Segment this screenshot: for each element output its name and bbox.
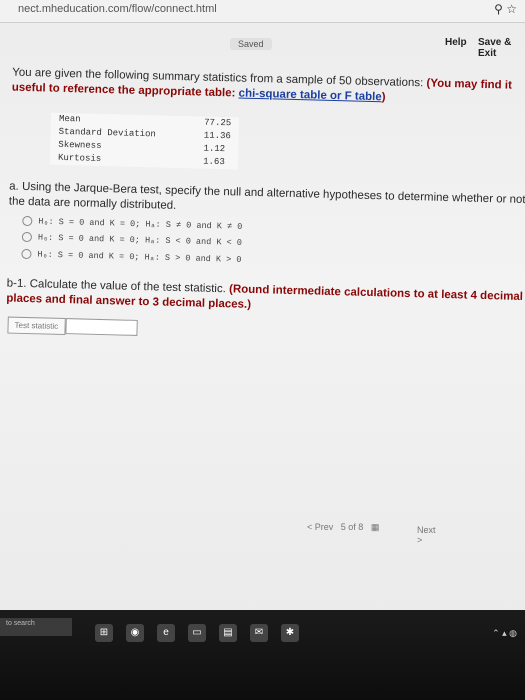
radio-icon[interactable] [22,215,33,227]
task-view-icon[interactable]: ⊞ [95,624,113,642]
windows-taskbar: to search ⊞ ◉ e ▭ ▤ ✉ ✱ ⌃ ▴ ◍ [0,610,525,700]
taskbar-search[interactable]: to search [0,618,72,636]
system-tray-icon[interactable]: ⌃ ▴ ◍ [492,628,517,639]
chrome-icon[interactable]: ◉ [126,624,144,642]
chi-square-f-table-link[interactable]: chi-square table or F table [238,88,381,104]
question-navigation: < Prev 5 of 8 ▦ Next > [307,522,436,545]
test-statistic-input[interactable] [65,317,138,336]
question-intro: You are given the following summary stat… [11,66,513,104]
url-text: nect.mheducation.com/flow/connect.html [18,3,217,15]
radio-icon[interactable] [21,232,33,243]
taskbar-apps: ⊞ ◉ e ▭ ▤ ✉ ✱ [95,624,299,642]
photo-of-screen: nect.mheducation.com/flow/connect.html ⚲… [0,0,525,700]
test-statistic-row: Test statistic [7,316,525,347]
question-content: You are given the following summary stat… [6,46,525,376]
edge-icon[interactable]: e [157,624,175,642]
page-indicator: 5 of 8 [340,522,364,532]
help-button[interactable]: Help [445,37,467,48]
next-button[interactable]: Next > [417,525,436,545]
grid-icon[interactable]: ▦ [371,522,380,532]
prev-button[interactable]: < Prev [307,522,333,532]
settings-icon[interactable]: ✱ [281,624,299,642]
radio-icon[interactable] [21,248,32,259]
summary-stats-table: Mean 77.25 Standard Deviation 11.36 Skewne… [49,112,240,170]
part-b-prompt: b-1. Calculate the value of the test sta… [6,277,524,311]
file-explorer-icon[interactable]: ▭ [188,624,206,642]
key-icon[interactable]: ⚲ ☆ [494,2,517,16]
browser-address-bar[interactable]: nect.mheducation.com/flow/connect.html ⚲… [0,0,525,23]
mail-icon[interactable]: ✉ [250,624,268,642]
test-statistic-label: Test statistic [7,316,66,335]
store-icon[interactable]: ▤ [219,624,237,642]
